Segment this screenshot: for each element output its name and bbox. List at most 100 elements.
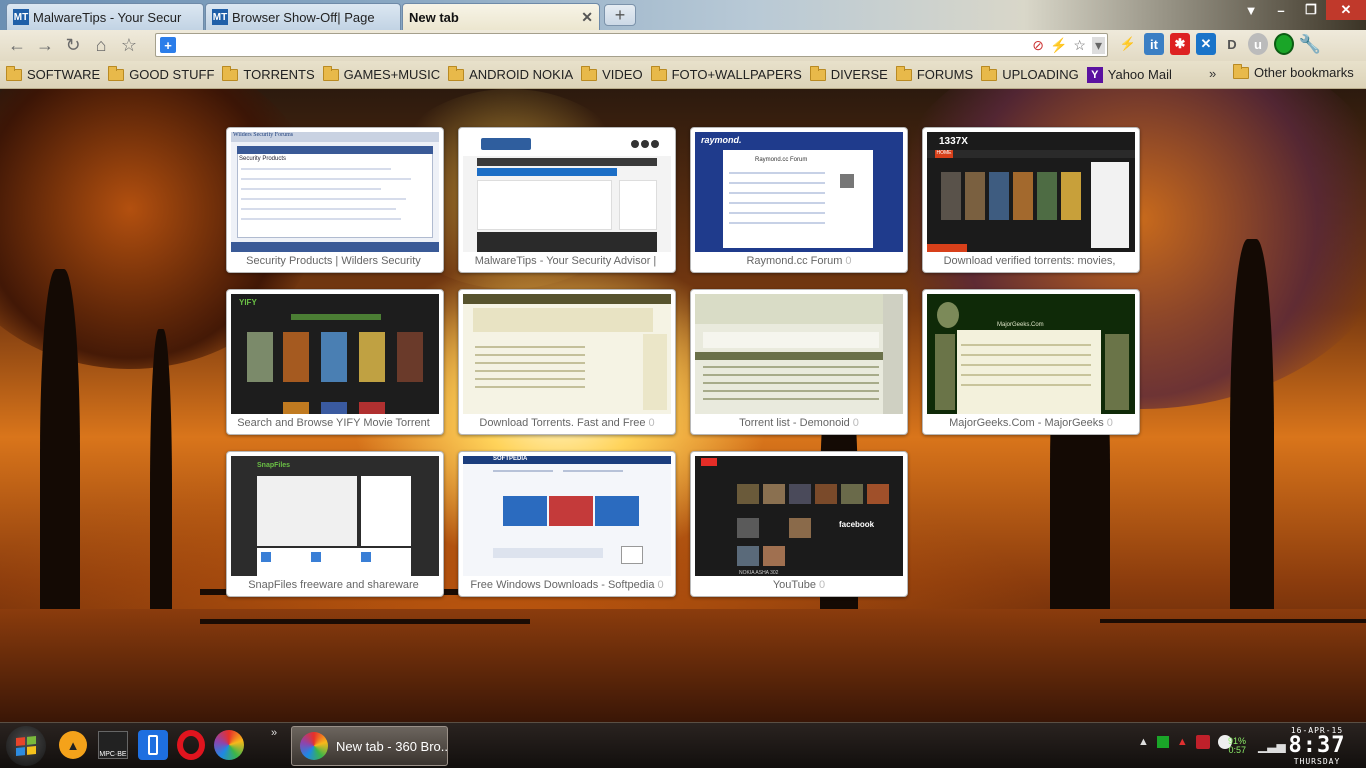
it-extension-icon[interactable]: it bbox=[1144, 33, 1164, 55]
windows-taskbar: ▲ MPC·BE New tab - 360 Bro... ▲ ▲ 91% 0:… bbox=[0, 722, 1366, 768]
opera-icon[interactable] bbox=[174, 728, 208, 762]
wilders-header-text: Wilders Security Forums bbox=[233, 132, 294, 138]
bookmarks-bar: SOFTWARE GOOD STUFF TORRENTS GAMES+MUSIC… bbox=[0, 61, 1366, 89]
tab-new-tab[interactable]: New tab ✕ bbox=[402, 3, 600, 30]
most-visited-thumbnail[interactable]: SOFTPEDIA Free Windows Downloads - Softp… bbox=[458, 451, 676, 597]
most-visited-thumbnail[interactable]: YIFY Search and Browse YIFY Movie Torren… bbox=[226, 289, 444, 435]
folder-icon bbox=[1233, 63, 1249, 79]
mpc-be-icon[interactable]: MPC·BE bbox=[96, 728, 130, 762]
maximize-button[interactable]: ❐ bbox=[1296, 0, 1326, 20]
most-visited-thumbnail[interactable]: SnapFiles SnapFiles freeware and sharewa… bbox=[226, 451, 444, 597]
back-button[interactable]: ← bbox=[3, 32, 31, 60]
bookmark-folder[interactable]: VIDEO bbox=[579, 65, 648, 82]
malwaretips-favicon-icon: MT bbox=[212, 9, 228, 25]
new-tab-button[interactable]: + bbox=[604, 4, 636, 26]
most-visited-thumbnail[interactable]: MajorGeeks.Com MajorGeeks.Com - MajorGee… bbox=[922, 289, 1140, 435]
address-bar[interactable]: + ⊘ ⚡ ☆ ▾ bbox=[155, 33, 1108, 57]
tab-browser-show-off[interactable]: MT Browser Show-Off| Page bbox=[205, 3, 401, 30]
taskbar-window-new-tab[interactable]: New tab - 360 Bro... bbox=[291, 726, 448, 766]
most-visited-thumbnail[interactable]: raymond. Raymond.cc Forum Raymond.cc For… bbox=[690, 127, 908, 273]
thumbnail-title: Security Products | Wilders Security bbox=[246, 255, 421, 267]
minimize-button[interactable]: – bbox=[1266, 0, 1296, 20]
bookmark-folder[interactable]: DIVERSE bbox=[808, 65, 894, 82]
thumbnail-screenshot bbox=[695, 294, 903, 414]
bookmark-folder[interactable]: TORRENTS bbox=[220, 65, 320, 82]
forward-button[interactable]: → bbox=[31, 32, 59, 60]
bookmark-folder[interactable]: GOOD STUFF bbox=[106, 65, 220, 82]
home-button[interactable]: ⌂ bbox=[87, 32, 115, 60]
snapfiles-logo: SnapFiles bbox=[257, 462, 291, 469]
most-visited-thumbnail[interactable]: Wilders Security Forums Security Product… bbox=[226, 127, 444, 273]
new-tab-wallpaper bbox=[0, 89, 1366, 722]
bookmark-star-button[interactable]: ☆ bbox=[115, 32, 143, 60]
tab-malwaretips[interactable]: MT MalwareTips - Your Secur bbox=[6, 3, 204, 30]
malwaretips-favicon-icon: MT bbox=[13, 9, 29, 25]
thumbnail-title: Search and Browse YIFY Movie Torrent bbox=[237, 417, 430, 429]
thumbnail-screenshot: SOFTPEDIA bbox=[463, 456, 671, 576]
browser-titlebar: MT MalwareTips - Your Secur MT Browser S… bbox=[0, 0, 1366, 30]
dropdown-icon[interactable]: ▾ bbox=[1091, 36, 1105, 54]
close-window-button[interactable]: ✕ bbox=[1326, 0, 1366, 20]
raymond-logo: raymond. bbox=[701, 135, 742, 145]
lightning-icon[interactable]: ⚡ bbox=[1050, 37, 1067, 54]
bookmark-folder[interactable]: FOTO+WALLPAPERS bbox=[649, 65, 808, 82]
site-info-icon[interactable]: + bbox=[160, 37, 176, 53]
most-visited-thumbnail[interactable]: Torrent list - Demonoid 0 bbox=[690, 289, 908, 435]
tab-title: MalwareTips - Your Secur bbox=[33, 9, 182, 25]
close-tab-icon[interactable]: ✕ bbox=[581, 9, 593, 26]
skin-icon[interactable]: ▼ bbox=[1236, 0, 1266, 20]
tab-title: Browser Show-Off| Page bbox=[232, 9, 375, 25]
most-visited-thumbnail[interactable]: 1337X HOME Download verified torrents: m… bbox=[922, 127, 1140, 273]
block-icon[interactable]: ⊘ bbox=[1032, 37, 1044, 54]
thumbnail-title: Raymond.cc Forum 0 bbox=[746, 255, 852, 267]
thumbnail-title: Free Windows Downloads - Softpedia 0 bbox=[470, 579, 664, 591]
wrench-menu-icon[interactable]: 🔧 bbox=[1299, 33, 1321, 55]
ublock-icon[interactable]: u bbox=[1248, 33, 1268, 55]
star-icon[interactable]: ☆ bbox=[1073, 37, 1086, 54]
most-visited-thumbnail[interactable]: MalwareTips - Your Security Advisor | bbox=[458, 127, 676, 273]
reload-button[interactable]: ↻ bbox=[59, 32, 87, 60]
most-visited-thumbnail[interactable]: facebook NOKIA ASHA 302 YouTube 0 bbox=[690, 451, 908, 597]
thumbnail-screenshot bbox=[463, 294, 671, 414]
lastpass-icon[interactable]: ✱ bbox=[1170, 33, 1190, 55]
thumbnail-screenshot: facebook NOKIA ASHA 302 bbox=[695, 456, 903, 576]
green-status-icon[interactable] bbox=[1274, 33, 1294, 55]
thumbnail-title: Download Torrents. Fast and Free 0 bbox=[479, 417, 655, 429]
bookmark-folder[interactable]: FORUMS bbox=[894, 65, 979, 82]
thumbnail-title: Torrent list - Demonoid 0 bbox=[739, 417, 859, 429]
red-tray-icon[interactable] bbox=[1195, 735, 1210, 749]
thumbnail-title: Download verified torrents: movies, bbox=[943, 255, 1116, 267]
start-button[interactable] bbox=[6, 726, 46, 766]
folder-icon bbox=[108, 65, 125, 81]
show-hidden-icons[interactable]: ▲ bbox=[1138, 736, 1149, 748]
folder-icon bbox=[581, 65, 598, 81]
battery-indicator[interactable]: 91% 0:57 bbox=[1228, 737, 1246, 755]
dj-extension-icon[interactable]: D bbox=[1222, 33, 1242, 55]
other-bookmarks[interactable]: Other bookmarks bbox=[1233, 63, 1354, 80]
bookmark-folder[interactable]: SOFTWARE bbox=[4, 65, 106, 82]
tab-title: New tab bbox=[409, 9, 459, 25]
bookmarks-overflow-chevron[interactable]: » bbox=[1209, 66, 1216, 81]
folder-icon bbox=[895, 65, 912, 81]
system-tray: ▲ ▲ bbox=[1138, 735, 1232, 749]
360-browser-icon[interactable] bbox=[212, 728, 246, 762]
portable-apps-icon[interactable] bbox=[136, 728, 170, 762]
bookmark-folder[interactable]: GAMES+MUSIC bbox=[321, 65, 446, 82]
1337x-logo: 1337X bbox=[939, 136, 968, 147]
thumbnail-title: MajorGeeks.Com - MajorGeeks 0 bbox=[949, 417, 1113, 429]
thumbnail-screenshot: SnapFiles bbox=[231, 456, 439, 576]
bookmark-folder[interactable]: UPLOADING bbox=[979, 65, 1085, 82]
network-tray-icon[interactable]: ▲ bbox=[1177, 736, 1188, 748]
cross-extension-icon[interactable]: ✕ bbox=[1196, 33, 1216, 55]
thumbnail-title: YouTube 0 bbox=[772, 579, 826, 591]
taskbar-overflow-chevron[interactable]: » bbox=[271, 727, 277, 739]
aimp-icon[interactable]: ▲ bbox=[56, 728, 90, 762]
taskbar-clock[interactable]: 16-APR-15 8:37 THURSDAY bbox=[1282, 726, 1352, 766]
yify-logo: YIFY bbox=[239, 298, 257, 307]
bookmark-folder[interactable]: ANDROID NOKIA bbox=[446, 65, 579, 82]
most-visited-thumbnail[interactable]: Download Torrents. Fast and Free 0 bbox=[458, 289, 676, 435]
bookmark-yahoo-mail[interactable]: Y Yahoo Mail bbox=[1085, 66, 1178, 83]
speed-dial-icon[interactable]: ⚡ bbox=[1118, 33, 1138, 55]
folder-icon bbox=[322, 65, 339, 81]
green-tray-icon[interactable] bbox=[1156, 736, 1169, 748]
